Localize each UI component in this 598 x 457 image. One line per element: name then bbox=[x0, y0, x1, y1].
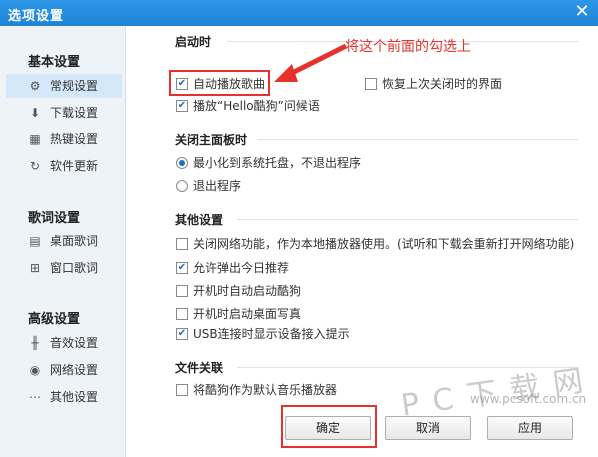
sidebar-item-label: 窗口歌词 bbox=[50, 261, 99, 275]
download-icon: ⬇ bbox=[29, 106, 41, 120]
highlight-box-ok-button bbox=[281, 405, 377, 448]
annotation-arrow-icon bbox=[274, 43, 348, 82]
title-bar: 选项设置 ✕ bbox=[0, 0, 598, 26]
sidebar-group-advanced: 高级设置 bbox=[28, 312, 81, 327]
keyboard-icon: ▦ bbox=[29, 132, 41, 146]
section-title-startup: 启动时 bbox=[175, 35, 212, 49]
sidebar-item-label: 其他设置 bbox=[50, 390, 99, 404]
checkbox-box[interactable]: ✔ bbox=[176, 262, 188, 274]
checkbox-box[interactable] bbox=[176, 384, 188, 396]
gear-icon: ⚙ bbox=[29, 79, 41, 93]
checkbox-box[interactable] bbox=[176, 285, 188, 297]
sidebar-item-label: 网络设置 bbox=[50, 363, 99, 377]
checkbox-label: 开机时启动桌面写真 bbox=[193, 307, 302, 321]
sidebar-item-label: 下载设置 bbox=[50, 106, 99, 120]
checkbox-label: 将酷狗作为默认音乐播放器 bbox=[193, 383, 338, 397]
divider bbox=[237, 219, 578, 220]
window-lyrics-icon: ⊞ bbox=[29, 261, 41, 275]
apply-button[interactable]: 应用 bbox=[487, 416, 573, 440]
checkbox-label: USB连接时显示设备接入提示 bbox=[193, 327, 350, 341]
sidebar-item-window-lyrics[interactable]: ⊞ 窗口歌词 bbox=[6, 256, 122, 280]
checkbox-label: 开机时自动启动酷狗 bbox=[193, 284, 302, 298]
checkbox-box[interactable]: ✔ bbox=[176, 328, 188, 340]
sidebar-item-download[interactable]: ⬇ 下载设置 bbox=[6, 101, 122, 125]
sidebar-item-update[interactable]: ↻ 软件更新 bbox=[6, 154, 122, 178]
sidebar-item-sound-effects[interactable]: ╫ 音效设置 bbox=[6, 331, 122, 355]
sidebar-item-general[interactable]: ⚙ 常规设置 bbox=[6, 74, 122, 98]
sidebar-item-hotkey[interactable]: ▦ 热键设置 bbox=[6, 127, 122, 151]
network-icon: ◉ bbox=[29, 363, 41, 377]
radio-label: 退出程序 bbox=[193, 179, 242, 193]
sidebar-item-network[interactable]: ◉ 网络设置 bbox=[6, 358, 122, 382]
update-icon: ↻ bbox=[29, 159, 41, 173]
section-title-file-assoc: 文件关联 bbox=[175, 361, 224, 375]
equalizer-icon: ╫ bbox=[31, 336, 39, 350]
sidebar-item-other[interactable]: ⋯ 其他设置 bbox=[6, 385, 122, 409]
sidebar-item-label: 音效设置 bbox=[50, 336, 99, 350]
window-title: 选项设置 bbox=[8, 9, 65, 24]
checkbox-label: 播放“Hello酷狗”问候语 bbox=[193, 99, 320, 113]
annotation-text: 将这个前面的勾选上 bbox=[345, 39, 471, 55]
close-icon[interactable]: ✕ bbox=[572, 2, 592, 22]
sidebar-item-label: 热键设置 bbox=[50, 132, 99, 146]
sidebar-group-lyrics: 歌词设置 bbox=[28, 211, 81, 226]
checkbox-box[interactable] bbox=[176, 308, 188, 320]
sidebar-item-desktop-lyrics[interactable]: ▤ 桌面歌词 bbox=[6, 229, 122, 253]
checkbox-label: 允许弹出今日推荐 bbox=[193, 261, 290, 275]
radio-label: 最小化到系统托盘，不退出程序 bbox=[193, 156, 362, 170]
checkbox-label: 恢复上次关闭时的界面 bbox=[382, 77, 503, 91]
desktop-lyrics-icon: ▤ bbox=[29, 234, 41, 248]
divider bbox=[257, 139, 578, 140]
sidebar: 基本设置 ⚙ 常规设置 ⬇ 下载设置 ▦ 热键设置 ↻ 软件更新 歌词设置 ▤ … bbox=[0, 26, 126, 457]
highlight-box-auto-play bbox=[169, 70, 270, 96]
checkbox-box[interactable] bbox=[365, 78, 377, 90]
section-title-close-panel: 关闭主面板时 bbox=[175, 133, 248, 147]
sidebar-group-basic: 基本设置 bbox=[28, 55, 81, 70]
checkbox-box[interactable] bbox=[176, 238, 188, 250]
radio-button[interactable] bbox=[176, 180, 188, 192]
checkbox-label: 关闭网络功能，作为本地播放器使用。(试听和下载会重新打开网络功能) bbox=[193, 237, 575, 251]
sidebar-item-label: 桌面歌词 bbox=[50, 234, 99, 248]
sidebar-item-label: 软件更新 bbox=[50, 159, 99, 173]
radio-button[interactable] bbox=[176, 157, 188, 169]
more-icon: ⋯ bbox=[29, 390, 41, 404]
section-title-other: 其他设置 bbox=[175, 213, 224, 227]
checkbox-box[interactable]: ✔ bbox=[176, 100, 188, 112]
sidebar-item-label: 常规设置 bbox=[50, 79, 99, 93]
watermark-url: www.pcsoft.com.cn bbox=[470, 392, 587, 406]
